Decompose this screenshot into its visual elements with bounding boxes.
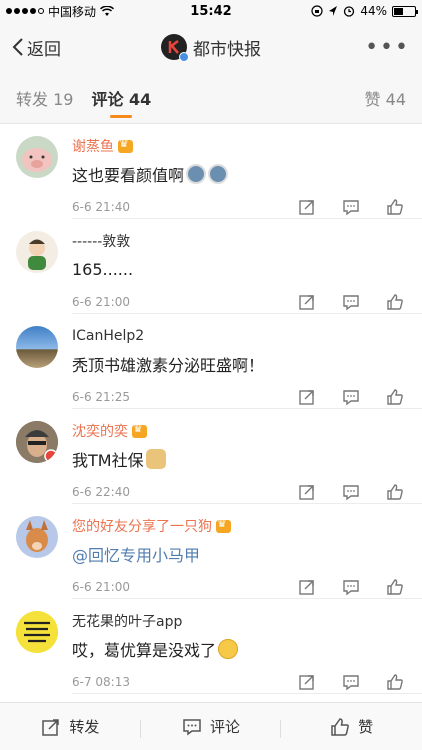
comment-text: @回忆专用小马甲: [72, 542, 406, 566]
comment-icon[interactable]: [342, 673, 360, 691]
comment-button[interactable]: 评论: [141, 716, 282, 738]
vip-crown-icon: [216, 517, 231, 533]
like-icon[interactable]: [386, 483, 404, 501]
husky-emoji-icon: [208, 164, 229, 184]
commenter-name[interactable]: 谢蒸鱼: [72, 136, 406, 156]
vip-crown-icon: [132, 422, 147, 438]
comment-item: 沈奕的奕 我TM社保 6-6 22:40: [0, 409, 422, 504]
commenter-name[interactable]: 沈奕的奕: [72, 421, 406, 441]
wifi-icon: [100, 5, 115, 16]
repost-icon[interactable]: [298, 388, 316, 406]
repost-label: 转发: [69, 718, 100, 736]
status-right: 44%: [311, 4, 418, 18]
back-label: 返回: [27, 39, 61, 60]
lock-rotation-icon: [311, 5, 323, 17]
comment-item: 谢蒸鱼 这也要看颜值啊 6-6 21:40: [0, 124, 422, 219]
mention-link[interactable]: @回忆专用小马甲: [72, 542, 200, 566]
like-icon: [331, 717, 350, 736]
comment-icon[interactable]: [342, 483, 360, 501]
like-icon[interactable]: [386, 673, 404, 691]
comment-time: 6-6 21:00: [72, 295, 130, 309]
comment-item: 无花果的叶子app 哎，葛优算是没戏了 6-7 08:13: [0, 599, 422, 694]
battery-icon: [392, 5, 418, 17]
like-icon[interactable]: [386, 388, 404, 406]
signal-icon: [6, 8, 44, 14]
like-icon[interactable]: [386, 578, 404, 596]
alarm-icon: [344, 6, 355, 17]
repost-icon: [42, 718, 60, 736]
more-options-icon[interactable]: •••: [365, 35, 410, 60]
chevron-left-icon: [12, 38, 23, 56]
tab-comments[interactable]: 评论 44: [91, 72, 151, 123]
comment-item: 您的好友分享了一只狗 @回忆专用小马甲 6-6 21:00: [0, 504, 422, 599]
comment-label: 评论: [210, 718, 241, 736]
avatar[interactable]: [16, 231, 58, 273]
husky-emoji-icon: [186, 164, 207, 184]
comment-text: 165......: [72, 259, 134, 279]
avatar[interactable]: [16, 611, 58, 653]
comment-text: 哎，葛优算是没戏了: [72, 637, 406, 661]
comment-item: ICanHelp2 秃顶书雄激素分泌旺盛啊！ 6-6 21:25: [0, 314, 422, 409]
like-label: 赞: [358, 718, 374, 736]
comment-icon[interactable]: [342, 293, 360, 311]
comment-icon[interactable]: [342, 388, 360, 406]
status-left: 中国移动: [6, 3, 115, 20]
commenter-name[interactable]: 您的好友分享了一只狗: [72, 516, 406, 536]
comment-icon[interactable]: [342, 578, 360, 596]
repost-icon[interactable]: [298, 293, 316, 311]
comment-time: 6-6 21:25: [72, 390, 130, 404]
like-button[interactable]: 赞: [281, 716, 422, 737]
repost-icon[interactable]: [298, 673, 316, 691]
tab-bar: 转发 19 评论 44 赞 44: [0, 72, 422, 124]
status-bar: 中国移动 15:42 44%: [0, 0, 422, 22]
comment-text: 我TM社保: [72, 447, 406, 471]
comment-time: 6-6 21:00: [72, 580, 130, 594]
doge-emoji-icon: [145, 449, 166, 469]
repost-icon[interactable]: [298, 198, 316, 216]
nav-title[interactable]: 都市快报: [161, 34, 261, 62]
comment-list: 谢蒸鱼 这也要看颜值啊 6-6 21:40 ------敦敦 165......…: [0, 124, 422, 694]
bottom-toolbar: 转发 评论 赞: [0, 702, 422, 750]
tab-likes[interactable]: 赞 44: [365, 86, 406, 110]
comment-icon[interactable]: [342, 198, 360, 216]
avatar[interactable]: [16, 136, 58, 178]
back-button[interactable]: 返回: [12, 35, 61, 60]
page-title: 都市快报: [193, 39, 261, 60]
avatar[interactable]: [16, 326, 58, 368]
comment-text: 这也要看颜值啊: [72, 162, 406, 186]
like-icon[interactable]: [386, 293, 404, 311]
repost-button[interactable]: 转发: [0, 716, 141, 738]
repost-icon[interactable]: [298, 578, 316, 596]
location-icon: [329, 6, 338, 16]
status-time: 15:42: [190, 3, 232, 19]
battery-percent: 44%: [360, 4, 387, 18]
account-logo: [161, 34, 189, 62]
repost-icon[interactable]: [298, 483, 316, 501]
verified-badge-icon: [179, 52, 189, 62]
avatar[interactable]: [16, 421, 58, 463]
commenter-name[interactable]: ICanHelp2: [72, 326, 406, 346]
comment-time: 6-6 21:40: [72, 200, 130, 214]
nav-bar: 返回 都市快报 •••: [0, 22, 422, 72]
tab-repost[interactable]: 转发 19: [16, 72, 73, 123]
commenter-name[interactable]: ------敦敦: [72, 231, 406, 251]
crying-laugh-emoji-icon: [218, 639, 239, 659]
vip-crown-icon: [118, 137, 133, 153]
k-logo-icon: [168, 40, 179, 54]
like-icon[interactable]: [386, 198, 404, 216]
carrier-label: 中国移动: [48, 4, 97, 19]
comment-item: ------敦敦 165...... 6-6 21:00: [0, 219, 422, 314]
comment-text: 秃顶书雄激素分泌旺盛啊！: [72, 356, 265, 375]
comment-time: 6-6 22:40: [72, 485, 130, 499]
comment-time: 6-7 08:13: [72, 675, 130, 689]
avatar[interactable]: [16, 516, 58, 558]
comment-icon: [183, 718, 201, 735]
commenter-name[interactable]: 无花果的叶子app: [72, 611, 406, 631]
